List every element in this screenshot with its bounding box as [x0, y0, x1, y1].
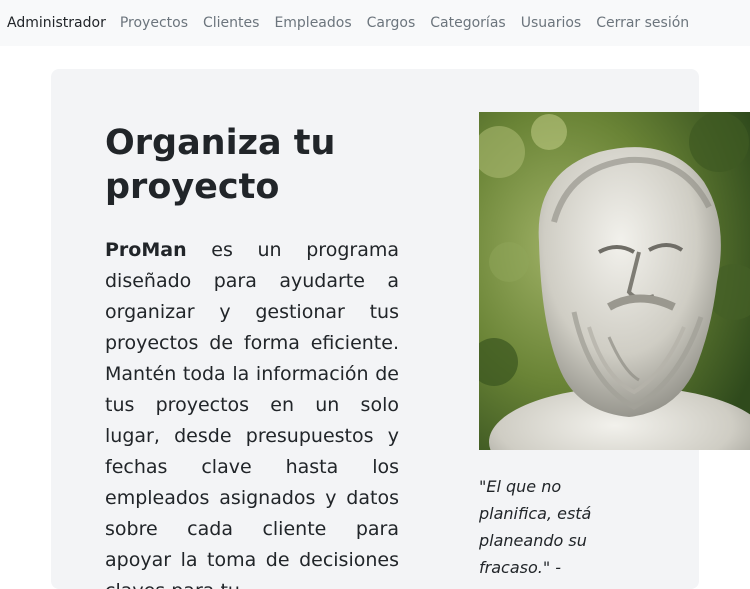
nav-link-clientes[interactable]: Clientes — [203, 15, 259, 31]
nav-link-empleados[interactable]: Empleados — [274, 15, 351, 31]
top-navbar: Administrador Proyectos Clientes Emplead… — [0, 0, 750, 46]
socrates-quote: "El que no planifica, está planeando su … — [479, 477, 592, 577]
hero-description-text: es un programa diseñado para ayudarte a … — [105, 239, 399, 589]
nav-link-usuarios[interactable]: Usuarios — [521, 15, 582, 31]
hero-title: Organiza tu proyecto — [105, 123, 336, 207]
navbar-brand[interactable]: Administrador — [7, 15, 106, 31]
nav-link-cargos[interactable]: Cargos — [367, 15, 416, 31]
socrates-bust-illustration — [479, 112, 750, 450]
nav-link-cerrar-sesion[interactable]: Cerrar sesión — [596, 15, 689, 31]
hero-description: ProMan es un programa diseñado para ayud… — [105, 235, 399, 589]
socrates-bust-image — [479, 112, 750, 450]
nav-link-categorias[interactable]: Categorías — [430, 15, 505, 31]
brand-name: ProMan — [105, 239, 187, 261]
nav-link-proyectos[interactable]: Proyectos — [120, 15, 188, 31]
